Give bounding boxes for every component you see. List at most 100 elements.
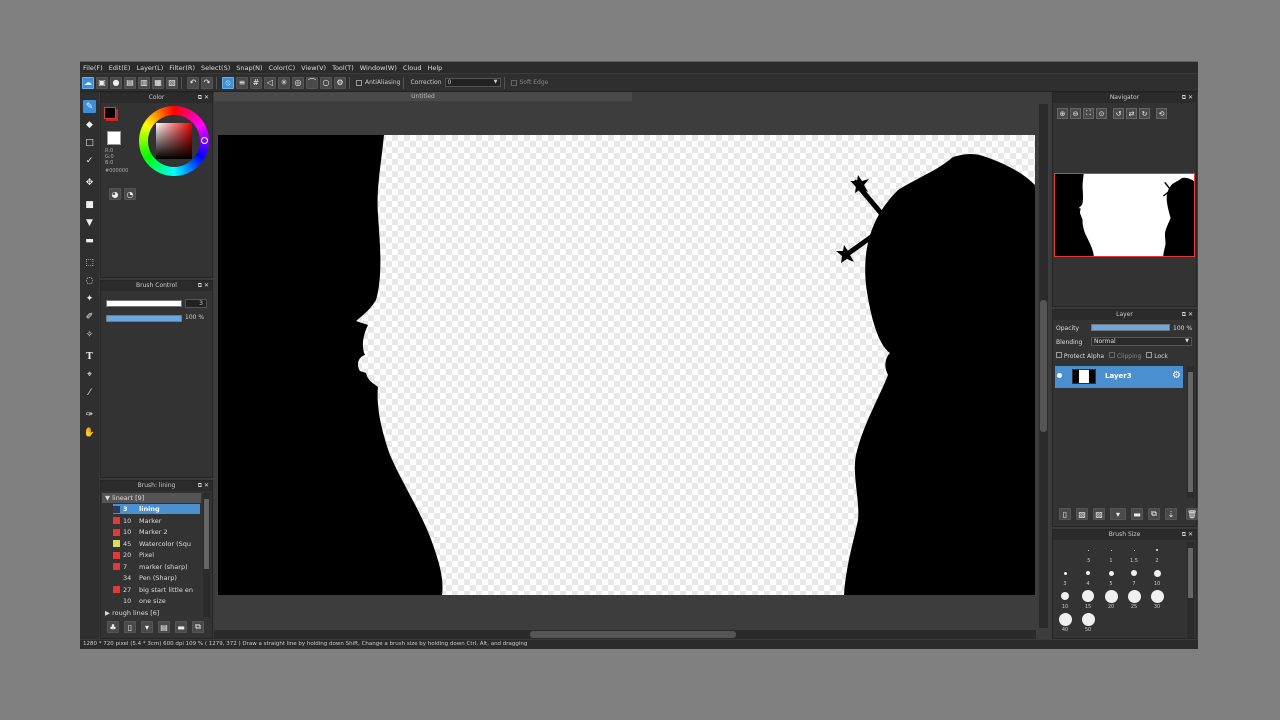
- layer-list-scrollbar[interactable]: [1187, 366, 1194, 498]
- brush-size-dot[interactable]: [1110, 549, 1112, 551]
- brush-size-dot[interactable]: [1150, 589, 1164, 603]
- snap-ellipse-icon[interactable]: ○: [320, 76, 332, 89]
- brush-item[interactable]: 45 Watercolor (Squ: [113, 539, 200, 549]
- lock-checkbox[interactable]: [1146, 352, 1153, 358]
- clipping-checkbox[interactable]: [1109, 352, 1116, 358]
- snap-radial-icon[interactable]: ✳: [278, 76, 290, 89]
- material-icon[interactable]: ▦: [152, 76, 164, 89]
- zoom-in-icon[interactable]: ⊕: [1057, 108, 1068, 119]
- brush-item[interactable]: 3 lining: [113, 504, 200, 514]
- brush-list-scrollbar[interactable]: [203, 493, 210, 617]
- fit-window-icon[interactable]: ⛶: [1083, 108, 1094, 119]
- menu-file[interactable]: File(F): [80, 64, 106, 72]
- gear-icon[interactable]: ⚙: [1172, 370, 1181, 381]
- eye-icon[interactable]: [1057, 373, 1062, 378]
- rotate-left-icon[interactable]: ↺: [1113, 108, 1124, 119]
- new-layer-icon[interactable]: ▯: [1059, 508, 1071, 520]
- color-history-icon[interactable]: ◔: [124, 188, 136, 200]
- duplicate-layer-icon[interactable]: ⧉: [1148, 508, 1160, 520]
- close-icon[interactable]: ⧉ ✕: [1182, 530, 1193, 540]
- select-eraser-tool-icon[interactable]: ✧: [83, 328, 96, 341]
- close-icon[interactable]: ⧉ ✕: [1182, 310, 1193, 320]
- blending-select[interactable]: Normal ▼: [1091, 337, 1192, 346]
- canvas-vertical-scrollbar[interactable]: [1039, 104, 1048, 628]
- brush-page-icon[interactable]: ▤: [158, 621, 170, 633]
- antialiasing-checkbox[interactable]: [356, 79, 362, 86]
- select-tool-icon[interactable]: □: [83, 136, 96, 149]
- delete-layer-icon[interactable]: 🗑: [1186, 508, 1198, 520]
- bucket-tool-icon[interactable]: ▼: [83, 216, 96, 229]
- primary-color-swatch[interactable]: [104, 107, 116, 119]
- brush-size-dot[interactable]: [1127, 589, 1141, 603]
- brush-item[interactable]: 20 Pixel: [113, 550, 200, 560]
- lasso-tool-icon[interactable]: ◌: [83, 274, 96, 287]
- close-icon[interactable]: ⧉ ✕: [1182, 93, 1193, 103]
- brush-item[interactable]: 34 Pen (Sharp): [113, 573, 200, 583]
- select-pen-tool-icon[interactable]: ✐: [83, 310, 96, 323]
- rotate-right-icon[interactable]: ↻: [1139, 108, 1150, 119]
- vertical-scroll-thumb[interactable]: [1040, 300, 1047, 432]
- brush-item[interactable]: 10 one size: [113, 596, 200, 606]
- brush-size-value[interactable]: 3: [185, 299, 207, 308]
- snap-settings-icon[interactable]: ⚙: [334, 76, 346, 89]
- cloud-icon[interactable]: ☁: [82, 76, 94, 89]
- new-layer-menu-icon[interactable]: ▾: [1110, 508, 1126, 520]
- menu-filter[interactable]: Filter(R): [166, 64, 198, 72]
- menu-layer[interactable]: Layer(L): [133, 64, 166, 72]
- flip-icon[interactable]: ⇄: [1126, 108, 1137, 119]
- layer-row[interactable]: Layer3 ⚙: [1055, 366, 1183, 388]
- undo-icon[interactable]: ↶: [187, 76, 199, 89]
- menu-window[interactable]: Window(W): [357, 64, 400, 72]
- brush-size-dot[interactable]: [1082, 590, 1094, 602]
- rect-select-tool-icon[interactable]: ⬚: [83, 256, 96, 269]
- document-tab[interactable]: Untitled: [214, 92, 632, 101]
- brush-item[interactable]: 27 big start little en: [113, 585, 200, 595]
- fill-rect-tool-icon[interactable]: ■: [83, 198, 96, 211]
- canvas-horizontal-scrollbar[interactable]: [214, 630, 1036, 639]
- close-icon[interactable]: ⧉ ✕: [198, 281, 209, 291]
- saturation-value-square[interactable]: [156, 123, 192, 159]
- brush-item[interactable]: 10 Marker 2: [113, 527, 200, 537]
- new-halftone-layer-icon[interactable]: ▧: [1076, 508, 1088, 520]
- brush-size-dot[interactable]: [1063, 571, 1067, 575]
- brush-size-dot[interactable]: [1087, 549, 1089, 551]
- check-tool-icon[interactable]: ✓: [83, 154, 96, 167]
- snap-perspective-icon[interactable]: ◁: [264, 76, 276, 89]
- close-icon[interactable]: ⧉ ✕: [198, 93, 209, 103]
- brush-tool-icon[interactable]: ✎: [83, 100, 96, 113]
- new-folder-icon[interactable]: ▬: [1131, 508, 1143, 520]
- soft-edge-checkbox[interactable]: [510, 79, 517, 86]
- menu-edit[interactable]: Edit(E): [106, 64, 134, 72]
- brush-size-dot[interactable]: [1131, 570, 1137, 576]
- brush-group-rough-lines[interactable]: ▶ rough lines [6]: [102, 609, 201, 618]
- brush-folder-icon[interactable]: ▬: [175, 621, 187, 633]
- actual-size-icon[interactable]: ⊙: [1096, 108, 1107, 119]
- panel-icon[interactable]: ▥: [138, 76, 150, 89]
- navigator-preview[interactable]: [1054, 173, 1195, 257]
- snap-circle-icon[interactable]: ◎: [292, 76, 304, 89]
- hand-tool-icon[interactable]: ✋: [83, 426, 96, 439]
- export-icon[interactable]: ▧: [166, 76, 178, 89]
- drawing-canvas[interactable]: [218, 135, 1035, 595]
- brush-size-dot[interactable]: [1156, 549, 1158, 551]
- menu-cloud[interactable]: Cloud: [400, 64, 425, 72]
- brush-size-dot[interactable]: [1081, 612, 1095, 626]
- brush-size-dot[interactable]: [1108, 570, 1114, 576]
- menu-snap[interactable]: Snap(N): [233, 64, 265, 72]
- background-color-swatch[interactable]: [107, 131, 121, 145]
- brush-size-dot[interactable]: [1133, 549, 1135, 551]
- brush-group-lineart[interactable]: ▼ lineart [9]: [102, 493, 201, 503]
- close-icon[interactable]: ⧉ ✕: [198, 481, 209, 491]
- operation-tool-icon[interactable]: ⌖: [83, 368, 96, 381]
- menu-select[interactable]: Select(S): [198, 64, 233, 72]
- brush-settings-icon[interactable]: ▾: [141, 621, 153, 633]
- layer-opacity-slider[interactable]: [1091, 324, 1170, 331]
- brush-size-dot[interactable]: [1104, 589, 1118, 603]
- redo-icon[interactable]: ↷: [201, 76, 213, 89]
- cloud-brush-icon[interactable]: ♣: [107, 621, 119, 633]
- protect-alpha-checkbox[interactable]: [1056, 352, 1062, 358]
- zoom-out-icon[interactable]: ⊖: [1070, 108, 1081, 119]
- brush-size-dot[interactable]: [1061, 592, 1069, 600]
- menu-help[interactable]: Help: [424, 64, 445, 72]
- brush-size-dot[interactable]: [1153, 569, 1161, 577]
